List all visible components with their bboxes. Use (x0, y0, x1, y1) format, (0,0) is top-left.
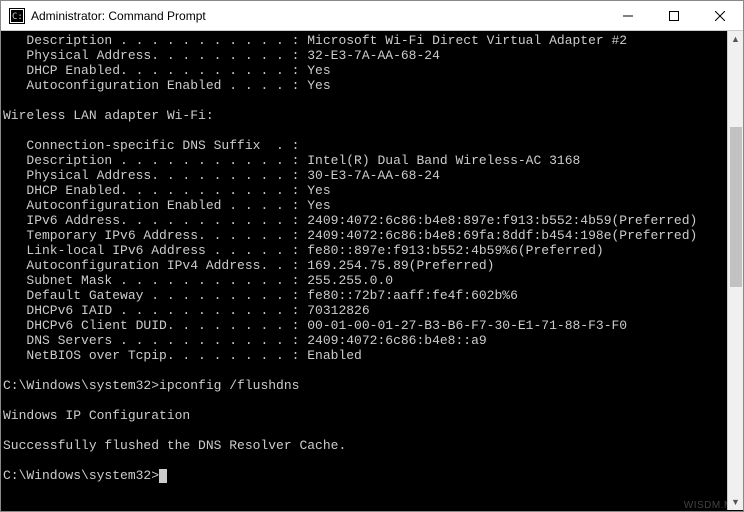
value: 255.255.0.0 (307, 273, 393, 288)
output-message: Successfully flushed the DNS Resolver Ca… (3, 438, 346, 453)
line: DHCP Enabled. . . . . . . . . . . : (3, 63, 307, 78)
value: 00-01-00-01-27-B3-B6-F7-30-E1-71-88-F3-F… (307, 318, 627, 333)
svg-text:C:: C: (12, 12, 23, 22)
value: fe80::897e:f913:b552:4b59%6(Preferred) (307, 243, 603, 258)
line: Description . . . . . . . . . . . : (3, 153, 307, 168)
line: Autoconfiguration Enabled . . . . : (3, 198, 307, 213)
value: Enabled (307, 348, 362, 363)
vertical-scrollbar[interactable]: ▲ ▼ (727, 31, 743, 510)
value: 70312826 (307, 303, 369, 318)
titlebar[interactable]: C: Administrator: Command Prompt (1, 1, 743, 31)
value: Yes (307, 78, 330, 93)
line: Autoconfiguration Enabled . . . . : (3, 78, 307, 93)
value: fe80::72b7:aaff:fe4f:602b%6 (307, 288, 518, 303)
output-header: Windows IP Configuration (3, 408, 190, 423)
line: Physical Address. . . . . . . . . : (3, 48, 307, 63)
minimize-button[interactable] (605, 1, 651, 31)
cursor-icon (159, 469, 167, 483)
line: Physical Address. . . . . . . . . : (3, 168, 307, 183)
value: 2409:4072:6c86:b4e8:69fa:8ddf:b454:198e(… (307, 228, 697, 243)
line: Autoconfiguration IPv4 Address. . : (3, 258, 307, 273)
line: Temporary IPv6 Address. . . . . . : (3, 228, 307, 243)
value: Yes (307, 63, 330, 78)
typed-command: ipconfig /flushdns (159, 378, 299, 393)
scroll-up-arrow-icon[interactable]: ▲ (728, 31, 743, 47)
section-header: Wireless LAN adapter Wi-Fi: (3, 108, 214, 123)
close-button[interactable] (697, 1, 743, 31)
window-title: Administrator: Command Prompt (31, 9, 206, 23)
line: DHCP Enabled. . . . . . . . . . . : (3, 183, 307, 198)
command-prompt-window: C: Administrator: Command Prompt Descrip… (0, 0, 744, 512)
line: DHCPv6 IAID . . . . . . . . . . . : (3, 303, 307, 318)
value: 169.254.75.89(Preferred) (307, 258, 494, 273)
value: Yes (307, 183, 330, 198)
value: Intel(R) Dual Band Wireless-AC 3168 (307, 153, 580, 168)
value: Microsoft Wi-Fi Direct Virtual Adapter #… (307, 33, 627, 48)
value: 2409:4072:6c86:b4e8::a9 (307, 333, 486, 348)
scroll-track[interactable] (728, 47, 743, 494)
line: DNS Servers . . . . . . . . . . . : (3, 333, 307, 348)
prompt: C:\Windows\system32> (3, 378, 159, 393)
line: IPv6 Address. . . . . . . . . . . : (3, 213, 307, 228)
terminal-area[interactable]: Description . . . . . . . . . . . : Micr… (1, 31, 743, 511)
line: NetBIOS over Tcpip. . . . . . . . : (3, 348, 307, 363)
value: 30-E3-7A-AA-68-24 (307, 168, 440, 183)
line: Link-local IPv6 Address . . . . . : (3, 243, 307, 258)
line: Default Gateway . . . . . . . . . : (3, 288, 307, 303)
line: Subnet Mask . . . . . . . . . . . : (3, 273, 307, 288)
line: Connection-specific DNS Suffix . : (3, 138, 307, 153)
line: DHCPv6 Client DUID. . . . . . . . : (3, 318, 307, 333)
prompt: C:\Windows\system32> (3, 468, 159, 483)
scroll-thumb[interactable] (730, 127, 742, 287)
line: Description . . . . . . . . . . . : (3, 33, 307, 48)
value: 32-E3-7A-AA-68-24 (307, 48, 440, 63)
scroll-down-arrow-icon[interactable]: ▼ (728, 494, 743, 510)
maximize-button[interactable] (651, 1, 697, 31)
value: 2409:4072:6c86:b4e8:897e:f913:b552:4b59(… (307, 213, 697, 228)
terminal-content: Description . . . . . . . . . . . : Micr… (3, 33, 743, 483)
value: Yes (307, 198, 330, 213)
cmd-icon: C: (9, 8, 25, 24)
